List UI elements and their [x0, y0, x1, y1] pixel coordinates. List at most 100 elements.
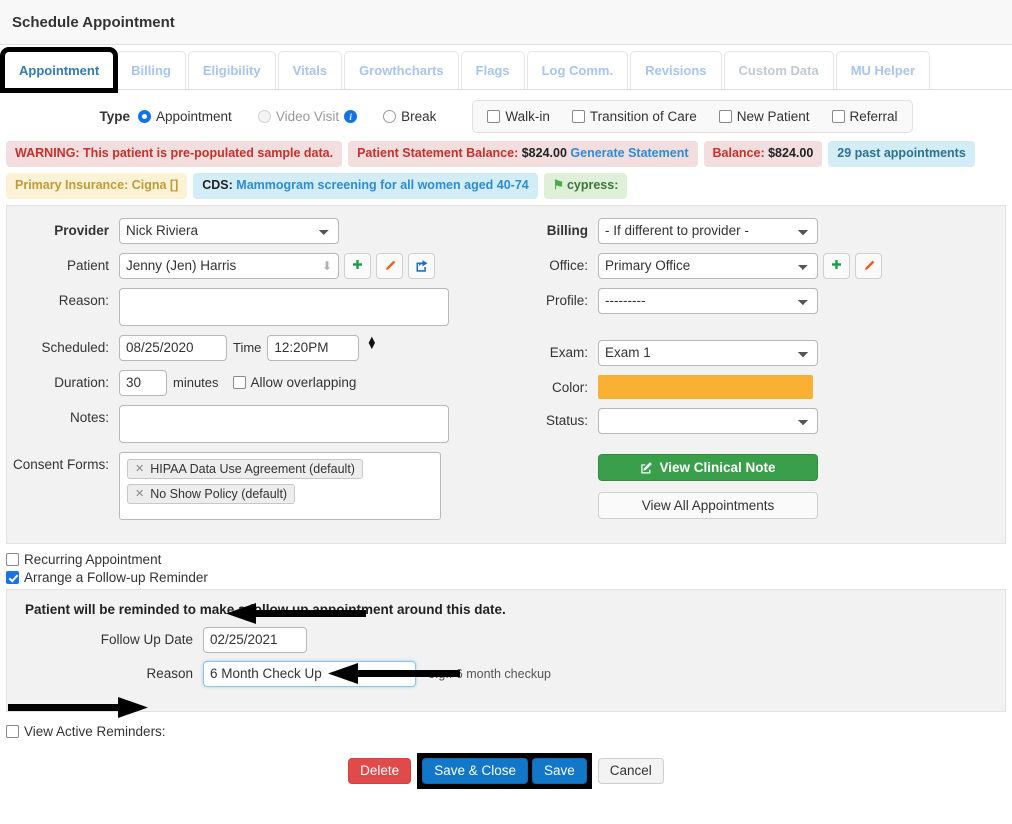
- tab-eligibility[interactable]: Eligibility: [187, 51, 276, 89]
- appointment-options: Recurring Appointment Arrange a Follow-u…: [0, 544, 1012, 585]
- save-button[interactable]: Save: [532, 757, 587, 784]
- field-office: Office: Primary Office: [506, 252, 1005, 279]
- tab-label: Flags: [475, 63, 510, 78]
- add-office-button[interactable]: [823, 252, 850, 279]
- profile-select[interactable]: ---------: [598, 287, 818, 314]
- view-all-appointments-label: View All Appointments: [641, 497, 775, 513]
- notes-textarea[interactable]: [119, 404, 449, 443]
- save-and-close-button[interactable]: Save & Close: [422, 757, 528, 784]
- radio-video-visit[interactable]: Video Visit i: [257, 109, 358, 124]
- tab-growthcharts[interactable]: Growthcharts: [344, 51, 459, 89]
- checkbox-transition-of-care-icon: [571, 110, 585, 123]
- badge-balance-amount: $824.00: [768, 146, 814, 160]
- field-scheduled: Scheduled: Time ▲ ▼: [7, 334, 506, 361]
- field-patient: Patient ⬇: [7, 252, 506, 279]
- consent-chip-label: No Show Policy (default): [150, 486, 288, 501]
- exam-label: Exam:: [549, 344, 588, 360]
- add-patient-button[interactable]: [344, 252, 371, 279]
- provider-select[interactable]: Nick Riviera: [119, 217, 339, 244]
- schedule-appointment-page: Schedule Appointment Appointment Billing…: [0, 0, 1012, 824]
- radio-video-visit-icon: [257, 110, 271, 123]
- checkbox-transition-of-care[interactable]: Transition of Care: [571, 109, 697, 124]
- patient-input[interactable]: [119, 252, 339, 279]
- checkbox-arrange-followup-reminder[interactable]: Arrange a Follow-up Reminder: [6, 570, 1006, 585]
- checkbox-referral[interactable]: Referral: [831, 109, 898, 124]
- tab-label: MU Helper: [850, 63, 916, 78]
- alert-badges: WARNING: This patient is pre-populated s…: [0, 139, 1012, 199]
- tab-mu-helper[interactable]: MU Helper: [835, 51, 931, 89]
- checkbox-new-patient-label: New Patient: [736, 109, 810, 124]
- clinical-note-actions: View Clinical Note View All Appointments: [506, 453, 1005, 519]
- tab-custom-data[interactable]: Custom Data: [723, 51, 834, 89]
- view-all-appointments-button[interactable]: View All Appointments: [598, 491, 818, 519]
- tab-label: Billing: [131, 63, 171, 78]
- tab-revisions[interactable]: Revisions: [630, 51, 722, 89]
- generate-statement-link[interactable]: Generate Statement: [570, 146, 688, 160]
- follow-up-reason-input[interactable]: [203, 660, 416, 687]
- checkbox-recurring-appointment[interactable]: Recurring Appointment: [6, 552, 1006, 567]
- radio-break-label: Break: [401, 109, 437, 124]
- scheduled-date-input[interactable]: [119, 334, 227, 361]
- remove-chip-icon[interactable]: ✕: [135, 462, 144, 475]
- tab-label: Growthcharts: [359, 63, 444, 78]
- color-label: Color:: [551, 379, 588, 395]
- field-provider: Provider Nick Riviera: [7, 217, 506, 244]
- checkbox-referral-label: Referral: [849, 109, 898, 124]
- profile-label: Profile:: [545, 292, 588, 308]
- cancel-button[interactable]: Cancel: [597, 757, 664, 784]
- checkbox-referral-icon: [831, 110, 845, 123]
- radio-break[interactable]: Break: [383, 109, 436, 124]
- field-duration: Duration: minutes Allow overlapping: [7, 369, 506, 396]
- checkbox-walk-in[interactable]: Walk-in: [487, 109, 550, 124]
- checkbox-allow-overlapping[interactable]: Allow overlapping: [232, 370, 356, 390]
- badge-past-appointments[interactable]: 29 past appointments: [828, 141, 975, 167]
- badge-cypress-label: cypress:: [566, 177, 619, 192]
- view-clinical-note-button[interactable]: View Clinical Note: [598, 453, 818, 481]
- edit-office-button[interactable]: [855, 252, 882, 279]
- duration-label: Duration:: [54, 374, 109, 390]
- type-checkbox-panel: Walk-in Transition of Care New Patient R…: [472, 100, 913, 133]
- duration-input[interactable]: [119, 369, 167, 396]
- duration-unit-label: minutes: [173, 374, 219, 390]
- billing-select[interactable]: - If different to provider -: [598, 217, 818, 244]
- appointment-color-swatch[interactable]: [598, 374, 813, 399]
- scheduled-time-input[interactable]: [267, 334, 360, 361]
- cds-link[interactable]: Mammogram screening for all women aged 4…: [236, 178, 528, 192]
- save-buttons-group: Save & Close Save: [417, 752, 592, 789]
- radio-appointment-icon: [138, 110, 151, 123]
- field-color: Color:: [506, 374, 1005, 399]
- badge-cds[interactable]: CDS: Mammogram screening for all women a…: [193, 172, 538, 199]
- appointment-form-panel: Provider Nick Riviera Patient ⬇: [6, 204, 1006, 544]
- consent-chip[interactable]: ✕ HIPAA Data Use Agreement (default): [127, 458, 363, 479]
- office-select[interactable]: Primary Office: [598, 252, 818, 279]
- badge-patient-statement-balance[interactable]: Patient Statement Balance: $824.00 Gener…: [348, 141, 698, 167]
- time-spinner[interactable]: ▲ ▼: [366, 334, 377, 351]
- radio-video-visit-label: Video Visit: [275, 109, 340, 124]
- info-circle-icon[interactable]: i: [344, 110, 358, 123]
- status-select[interactable]: [598, 407, 818, 434]
- consent-chip[interactable]: ✕ No Show Policy (default): [127, 483, 296, 504]
- tab-flags[interactable]: Flags: [460, 51, 525, 89]
- delete-button[interactable]: Delete: [348, 757, 412, 784]
- badge-statement-label: Patient Statement Balance:: [357, 146, 522, 160]
- radio-appointment[interactable]: Appointment: [138, 109, 232, 124]
- reason-textarea[interactable]: [119, 287, 449, 326]
- open-patient-button[interactable]: [408, 252, 435, 279]
- checkbox-view-active-reminders[interactable]: View Active Reminders:: [6, 724, 166, 739]
- remove-chip-icon[interactable]: ✕: [135, 487, 144, 500]
- reason-label: Reason:: [58, 292, 109, 308]
- field-notes: Notes:: [7, 404, 506, 443]
- tab-log-comm[interactable]: Log Comm.: [526, 51, 629, 89]
- edit-patient-button[interactable]: [376, 252, 403, 279]
- tab-billing[interactable]: Billing: [116, 51, 186, 89]
- consent-forms-box[interactable]: ✕ HIPAA Data Use Agreement (default) ✕ N…: [119, 451, 441, 520]
- view-clinical-note-label: View Clinical Note: [659, 459, 776, 475]
- follow-up-date-input[interactable]: [203, 626, 307, 653]
- tab-vitals[interactable]: Vitals: [277, 51, 343, 89]
- checkbox-view-active-reminders-icon: [6, 724, 19, 738]
- badge-balance-label: Balance:: [712, 146, 769, 160]
- checkbox-new-patient-icon: [718, 110, 732, 123]
- tab-appointment[interactable]: Appointment: [0, 47, 119, 93]
- checkbox-new-patient[interactable]: New Patient: [718, 109, 810, 124]
- exam-select[interactable]: Exam 1: [598, 339, 818, 366]
